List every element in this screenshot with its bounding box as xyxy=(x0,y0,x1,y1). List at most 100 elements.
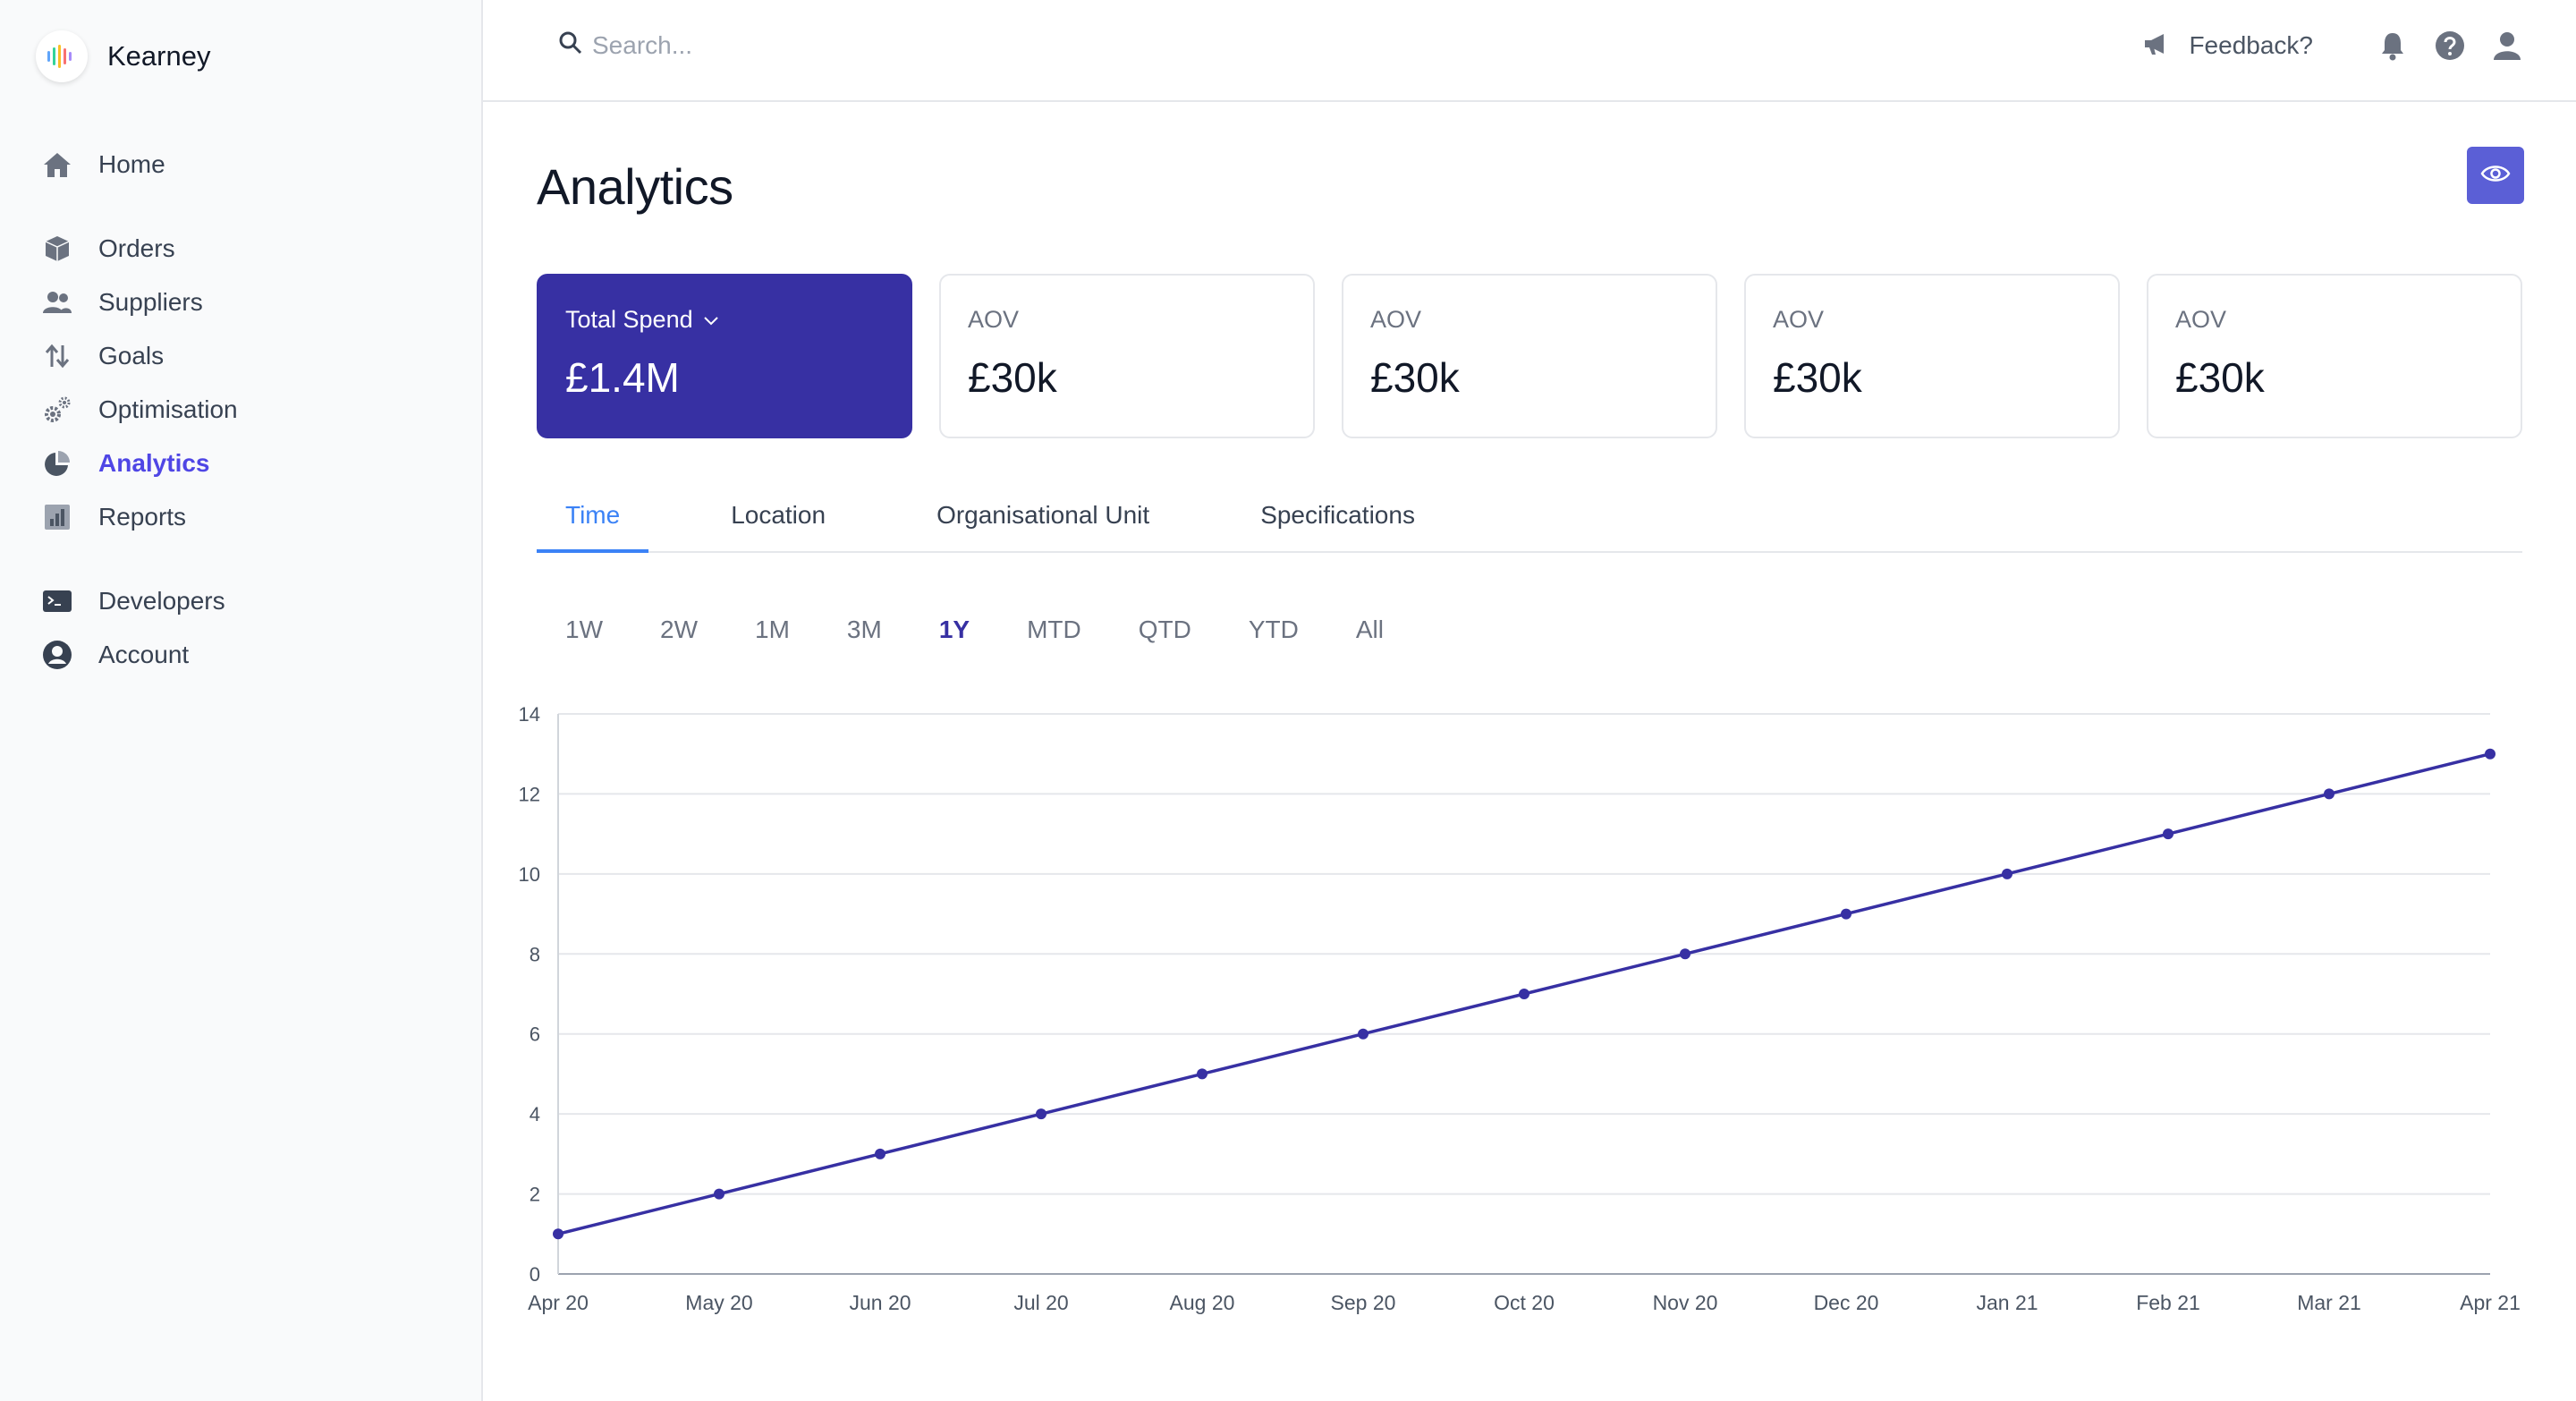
sidebar-item-label: Developers xyxy=(98,587,225,615)
range-qtd[interactable]: QTD xyxy=(1110,608,1220,651)
tab-location[interactable]: Location xyxy=(702,487,854,553)
help-icon[interactable] xyxy=(2433,29,2467,63)
data-point xyxy=(1036,1108,1046,1120)
kpi-card-label: Total Spend xyxy=(565,306,693,333)
kpi-cards: Total Spend £1.4M AOV £30k AOV £30k AOV … xyxy=(537,274,2522,438)
kpi-card-label: AOV xyxy=(1370,306,1422,333)
feedback-button[interactable]: Feedback? xyxy=(2142,31,2313,61)
kpi-card-value: £1.4M xyxy=(565,354,680,401)
data-point xyxy=(2002,868,2012,879)
report-icon xyxy=(39,499,75,535)
cog-icon xyxy=(39,392,75,428)
arrows-icon xyxy=(39,338,75,374)
brand-logo-icon xyxy=(36,30,88,82)
x-tick-label: Dec 20 xyxy=(1814,1291,1879,1314)
x-tick-label: Jun 20 xyxy=(849,1291,911,1314)
data-point xyxy=(2163,828,2174,840)
sidebar-item-goals[interactable]: Goals xyxy=(39,329,451,383)
chevron-down-icon[interactable] xyxy=(702,314,720,327)
y-tick-label: 2 xyxy=(530,1184,540,1206)
user-icon[interactable] xyxy=(2490,29,2524,63)
analytics-tabs: Time Location Organisational Unit Specif… xyxy=(537,487,2522,553)
nav-group-main: Home xyxy=(39,138,451,191)
sidebar-item-label: Home xyxy=(98,150,165,178)
tab-organisational-unit[interactable]: Organisational Unit xyxy=(908,487,1178,553)
y-tick-label: 10 xyxy=(519,863,540,886)
kpi-card-aov[interactable]: AOV £30k xyxy=(939,274,1315,438)
pie-chart-icon xyxy=(39,446,75,481)
range-1m[interactable]: 1M xyxy=(726,608,818,651)
bell-icon[interactable] xyxy=(2376,29,2410,63)
sidebar-item-label: Analytics xyxy=(98,449,210,477)
search-input[interactable] xyxy=(592,30,1129,60)
x-tick-label: Nov 20 xyxy=(1653,1291,1718,1314)
range-ytd[interactable]: YTD xyxy=(1220,608,1327,651)
sidebar-item-analytics[interactable]: Analytics xyxy=(39,437,451,490)
sidebar-item-optimisation[interactable]: Optimisation xyxy=(39,383,451,437)
range-mtd[interactable]: MTD xyxy=(998,608,1110,651)
x-tick-label: Aug 20 xyxy=(1170,1291,1235,1314)
search-bar xyxy=(558,30,1129,60)
tab-specifications[interactable]: Specifications xyxy=(1232,487,1444,553)
feedback-label: Feedback? xyxy=(2189,31,2313,59)
kpi-card-value: £30k xyxy=(2175,354,2265,401)
kpi-card-aov[interactable]: AOV £30k xyxy=(1342,274,1717,438)
home-icon xyxy=(39,147,75,183)
range-2w[interactable]: 2W xyxy=(631,608,726,651)
sidebar-item-label: Suppliers xyxy=(98,288,203,316)
brand-name: Kearney xyxy=(107,40,211,72)
topbar-actions: Feedback? xyxy=(2142,29,2524,63)
range-3m[interactable]: 3M xyxy=(818,608,911,651)
megaphone-icon xyxy=(2142,31,2173,61)
kpi-card-value: £30k xyxy=(1773,354,1862,401)
x-tick-label: Feb 21 xyxy=(2136,1291,2200,1314)
sidebar-item-label: Reports xyxy=(98,503,187,531)
sidebar-nav: Home Orders Suppliers Goals Optimisation… xyxy=(39,138,451,712)
page-title: Analytics xyxy=(537,158,733,215)
tab-time[interactable]: Time xyxy=(537,487,649,553)
x-tick-label: Mar 21 xyxy=(2297,1291,2361,1314)
sidebar-item-account[interactable]: Account xyxy=(39,628,451,682)
data-point xyxy=(875,1148,886,1159)
spend-line-chart: 0 2 4 6 8 10 12 14 Apr 20 May 20 Jun 20 Jul 20 Aug 2… xyxy=(519,703,2521,1314)
range-all[interactable]: All xyxy=(1327,608,1412,651)
data-point xyxy=(1197,1068,1208,1080)
sidebar-item-orders[interactable]: Orders xyxy=(39,222,451,276)
sidebar-item-label: Goals xyxy=(98,342,165,369)
kpi-card-total-spend[interactable]: Total Spend £1.4M xyxy=(537,274,912,438)
data-point xyxy=(2485,748,2496,760)
account-icon xyxy=(39,637,75,673)
eye-icon xyxy=(2480,163,2511,189)
range-1y[interactable]: 1Y xyxy=(911,608,998,651)
kpi-card-aov[interactable]: AOV £30k xyxy=(1744,274,2120,438)
sidebar-item-suppliers[interactable]: Suppliers xyxy=(39,276,451,329)
y-tick-label: 8 xyxy=(530,943,540,965)
terminal-icon xyxy=(39,583,75,619)
view-button[interactable] xyxy=(2467,147,2524,204)
data-point xyxy=(714,1188,724,1200)
range-1w[interactable]: 1W xyxy=(537,608,631,651)
y-tick-label: 12 xyxy=(519,783,540,805)
x-tick-label: Jul 20 xyxy=(1013,1291,1068,1314)
x-tick-label: May 20 xyxy=(685,1291,752,1314)
kpi-card-label: AOV xyxy=(2175,306,2227,333)
data-point xyxy=(1680,948,1690,960)
kpi-card-aov[interactable]: AOV £30k xyxy=(2147,274,2522,438)
sidebar-item-developers[interactable]: Developers xyxy=(39,574,451,628)
search-icon xyxy=(558,30,583,60)
sidebar: Kearney Home Orders Suppliers Goals Opti… xyxy=(0,0,483,1401)
nav-group-settings: Developers Account xyxy=(39,574,451,682)
y-tick-label: 14 xyxy=(519,703,540,726)
kpi-card-label: AOV xyxy=(1773,306,1825,333)
sidebar-item-label: Account xyxy=(98,641,190,668)
brand[interactable]: Kearney xyxy=(36,30,210,82)
y-tick-label: 0 xyxy=(530,1263,540,1286)
sidebar-item-home[interactable]: Home xyxy=(39,138,451,191)
kpi-card-value: £30k xyxy=(1370,354,1460,401)
y-tick-label: 4 xyxy=(530,1103,540,1125)
topbar: Feedback? xyxy=(483,0,2576,102)
kpi-card-label-row: Total Spend xyxy=(565,306,884,334)
data-point xyxy=(1519,989,1530,999)
sidebar-item-reports[interactable]: Reports xyxy=(39,490,451,544)
box-icon xyxy=(39,231,75,267)
